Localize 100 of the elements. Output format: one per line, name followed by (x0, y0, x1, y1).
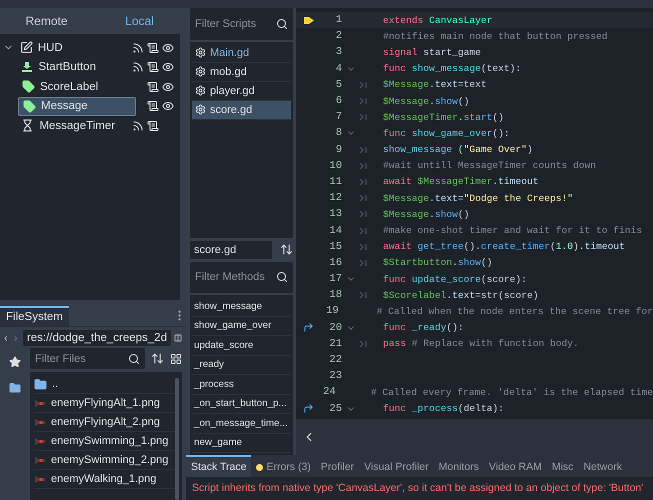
code-line: func _process(delta): (383, 403, 504, 414)
scene-node[interactable]: HUD (16, 38, 132, 58)
method-item[interactable]: _on_start_button_p... (192, 394, 291, 414)
code-line: # Called every frame. 'delta' is the elapsed time (370, 386, 653, 398)
eye-icon[interactable] (162, 100, 174, 112)
line-number: 23 (328, 370, 342, 382)
current-line-marker-icon (304, 16, 314, 24)
gear-icon (195, 47, 206, 58)
file-name[interactable]: enemySwimming_2.png (51, 454, 168, 466)
line-number: 5 (334, 78, 342, 91)
line-number: 25 (328, 402, 342, 415)
line-number: 20 (328, 322, 342, 334)
script-icon[interactable] (147, 120, 159, 132)
method-item[interactable]: update_score (192, 336, 291, 356)
search-icon (276, 271, 288, 284)
scene-node[interactable]: StartButton (17, 58, 132, 77)
dock-tab[interactable]: FileSystem (0, 306, 69, 326)
method-item[interactable]: new_game (192, 434, 291, 453)
file-name[interactable]: enemyFlyingAlt_2.png (51, 416, 160, 428)
current-script-name: score.gd (190, 240, 272, 258)
script-item[interactable]: score.gd (192, 100, 291, 120)
sprite-thumbnail-icon (34, 436, 46, 446)
hourglass-icon (21, 119, 34, 132)
line-number: 9 (334, 144, 342, 156)
line-number: 22 (328, 354, 342, 366)
sort-icon[interactable] (280, 243, 293, 256)
line-number: 16 (328, 256, 342, 269)
script-icon[interactable] (147, 80, 159, 93)
sort-icon[interactable] (151, 352, 164, 365)
code-line: extends CanvasLayer (383, 14, 492, 26)
dock-tab[interactable]: Remote (0, 10, 93, 32)
method-item[interactable]: show_message (192, 297, 291, 316)
method-item[interactable]: show_game_over (192, 316, 291, 336)
code-line: pass # Replace with function body. (383, 338, 579, 350)
connection-icon[interactable] (303, 322, 314, 334)
square-pen-icon (20, 41, 33, 54)
eye-icon[interactable] (162, 42, 174, 54)
line-number: 14 (328, 224, 342, 237)
code-line: $Message.text=text (383, 79, 487, 90)
line-number: 2 (334, 30, 342, 42)
folder-icon[interactable] (9, 382, 21, 394)
code-line: $Message.text="Dodge the Creeps!" (383, 192, 574, 204)
filter-field[interactable]: Filter Scripts (190, 8, 293, 40)
sprite-thumbnail-icon (34, 398, 46, 408)
panel-tab[interactable]: Misc (546, 455, 578, 477)
panel-tab[interactable]: Video RAM (484, 455, 547, 477)
file-name[interactable]: enemySwimming_1.png (51, 435, 168, 447)
signal-icon[interactable] (132, 120, 144, 132)
tag-icon (22, 80, 35, 94)
file-name[interactable]: enemyWalking_1.png (51, 473, 156, 485)
scene-node[interactable]: MessageTimer (17, 116, 132, 136)
scrollbar[interactable] (175, 378, 179, 500)
code-line: #wait untill MessageTimer counts down (383, 160, 596, 172)
file-name[interactable]: enemyFlyingAlt_1.png (51, 397, 160, 409)
method-item[interactable]: _process (192, 375, 291, 394)
scene-node[interactable]: ScoreLabel (18, 77, 136, 96)
script-icon[interactable] (147, 61, 159, 74)
panel-tab[interactable]: Visual Profiler (359, 455, 434, 477)
signal-icon[interactable] (132, 61, 144, 74)
code-line: #make one-shot timer and wait for it to finis (383, 225, 642, 236)
eye-icon[interactable] (162, 80, 174, 93)
search-icon (276, 18, 288, 30)
search-icon (128, 352, 140, 364)
method-item[interactable]: _ready (192, 356, 291, 375)
script-item[interactable]: mob.gd (192, 62, 291, 82)
eye-icon[interactable] (162, 61, 174, 74)
panel-tab[interactable]: Errors (3) (251, 455, 316, 477)
line-number: 12 (328, 192, 342, 204)
script-icon[interactable] (147, 42, 159, 54)
line-number: 4 (334, 62, 342, 75)
code-line: $Message.show() (383, 208, 470, 220)
code-line: # Called when the node enters the scene tree for (376, 306, 653, 317)
path-field[interactable]: res://dodge_the_creeps_2d (22, 330, 171, 346)
code-line: func show_game_over(): (383, 128, 510, 139)
panel-tab[interactable]: Profiler (316, 455, 360, 477)
method-item[interactable]: _on_message_time... (192, 414, 291, 434)
connection-icon[interactable] (303, 403, 314, 414)
code-line: $Message.show() (383, 96, 470, 107)
script-item[interactable]: Main.gd (192, 44, 291, 62)
code-line: func show_message(text): (383, 63, 522, 74)
panel-tab[interactable]: Monitors (434, 455, 484, 477)
panel-tab[interactable]: Network (578, 455, 627, 477)
panel-tab[interactable]: Stack Trace (186, 455, 252, 477)
file-name[interactable]: .. (52, 378, 58, 390)
filter-field[interactable]: Filter Methods (190, 262, 293, 293)
star-icon[interactable] (9, 356, 21, 368)
filter-field[interactable]: Filter Files (30, 348, 145, 369)
dock-tab[interactable]: Local (93, 10, 186, 32)
code-line: $Startbutton.show() (383, 257, 492, 268)
line-number: 19 (325, 305, 339, 318)
code-line: $MessageTimer.start() (383, 112, 504, 123)
line-number: 17 (328, 273, 342, 286)
signal-icon[interactable] (132, 42, 144, 54)
grid-view-icon[interactable] (170, 352, 182, 364)
script-icon[interactable] (147, 100, 159, 112)
code-line: #notifies main node that button pressed (383, 30, 608, 42)
error-message: Script inherits from native type 'CanvasLayer', so it can't be assigned to an object of type: 'Button' (191, 481, 644, 496)
scene-node[interactable]: Message (18, 96, 136, 116)
line-number: 24 (322, 386, 336, 398)
line-number: 10 (328, 160, 342, 172)
